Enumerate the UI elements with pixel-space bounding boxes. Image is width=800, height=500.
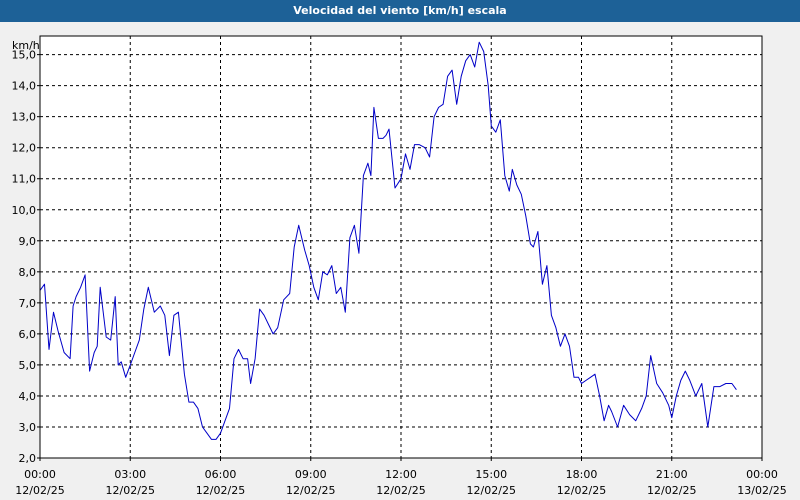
x-tick-date-label: 12/02/25 (376, 484, 425, 497)
x-tick-time-label: 00:00 (746, 468, 778, 481)
x-tick-date-label: 12/02/25 (557, 484, 606, 497)
x-tick-date-label: 12/02/25 (286, 484, 335, 497)
x-tick-date-label: 12/02/25 (647, 484, 696, 497)
y-tick-label: 13,0 (12, 111, 37, 124)
x-tick-time-label: 21:00 (656, 468, 688, 481)
x-tick-time-label: 03:00 (114, 468, 146, 481)
y-tick-label: 3,0 (19, 421, 37, 434)
x-tick-time-label: 12:00 (385, 468, 417, 481)
y-tick-label: 8,0 (19, 266, 37, 279)
chart-window: Velocidad del viento [km/h] escala 2,0 3,… (0, 0, 800, 500)
y-tick-label: 5,0 (19, 359, 37, 372)
y-tick-label: 14,0 (12, 80, 37, 93)
x-tick-date-label: 12/02/25 (106, 484, 155, 497)
y-tick-label: 10,0 (12, 204, 37, 217)
chart-title: Velocidad del viento [km/h] escala (0, 0, 800, 22)
x-tick-time-label: 15:00 (475, 468, 507, 481)
x-tick-date-label: 12/02/25 (467, 484, 516, 497)
y-axis-ticks: 2,0 3,0 4,0 5,0 6,0 7,0 8,0 9,0 10,0 11,0 12,0 13,0… (12, 49, 40, 465)
x-tick-date-label: 12/02/25 (196, 484, 245, 497)
x-tick-date-label: 12/02/25 (15, 484, 64, 497)
y-tick-label: 4,0 (19, 390, 37, 403)
y-axis-label: km/h (12, 39, 40, 52)
y-tick-label: 12,0 (12, 142, 37, 155)
y-tick-label: 2,0 (19, 452, 37, 465)
x-tick-time-label: 18:00 (566, 468, 598, 481)
y-tick-label: 11,0 (12, 173, 37, 186)
y-tick-label: 9,0 (19, 235, 37, 248)
x-tick-date-label: 13/02/25 (737, 484, 786, 497)
wind-speed-chart: 2,0 3,0 4,0 5,0 6,0 7,0 8,0 9,0 10,0 11,0 12,0 13,0… (12, 35, 787, 497)
y-tick-label: 7,0 (19, 297, 37, 310)
y-tick-label: 6,0 (19, 328, 37, 341)
x-tick-time-label: 09:00 (295, 468, 327, 481)
x-axis-ticks: 00:00 12/02/25 03:00 12/02/25 06:00 12/02/25 0… (15, 458, 787, 497)
x-tick-time-label: 00:00 (24, 468, 56, 481)
x-tick-time-label: 06:00 (205, 468, 237, 481)
